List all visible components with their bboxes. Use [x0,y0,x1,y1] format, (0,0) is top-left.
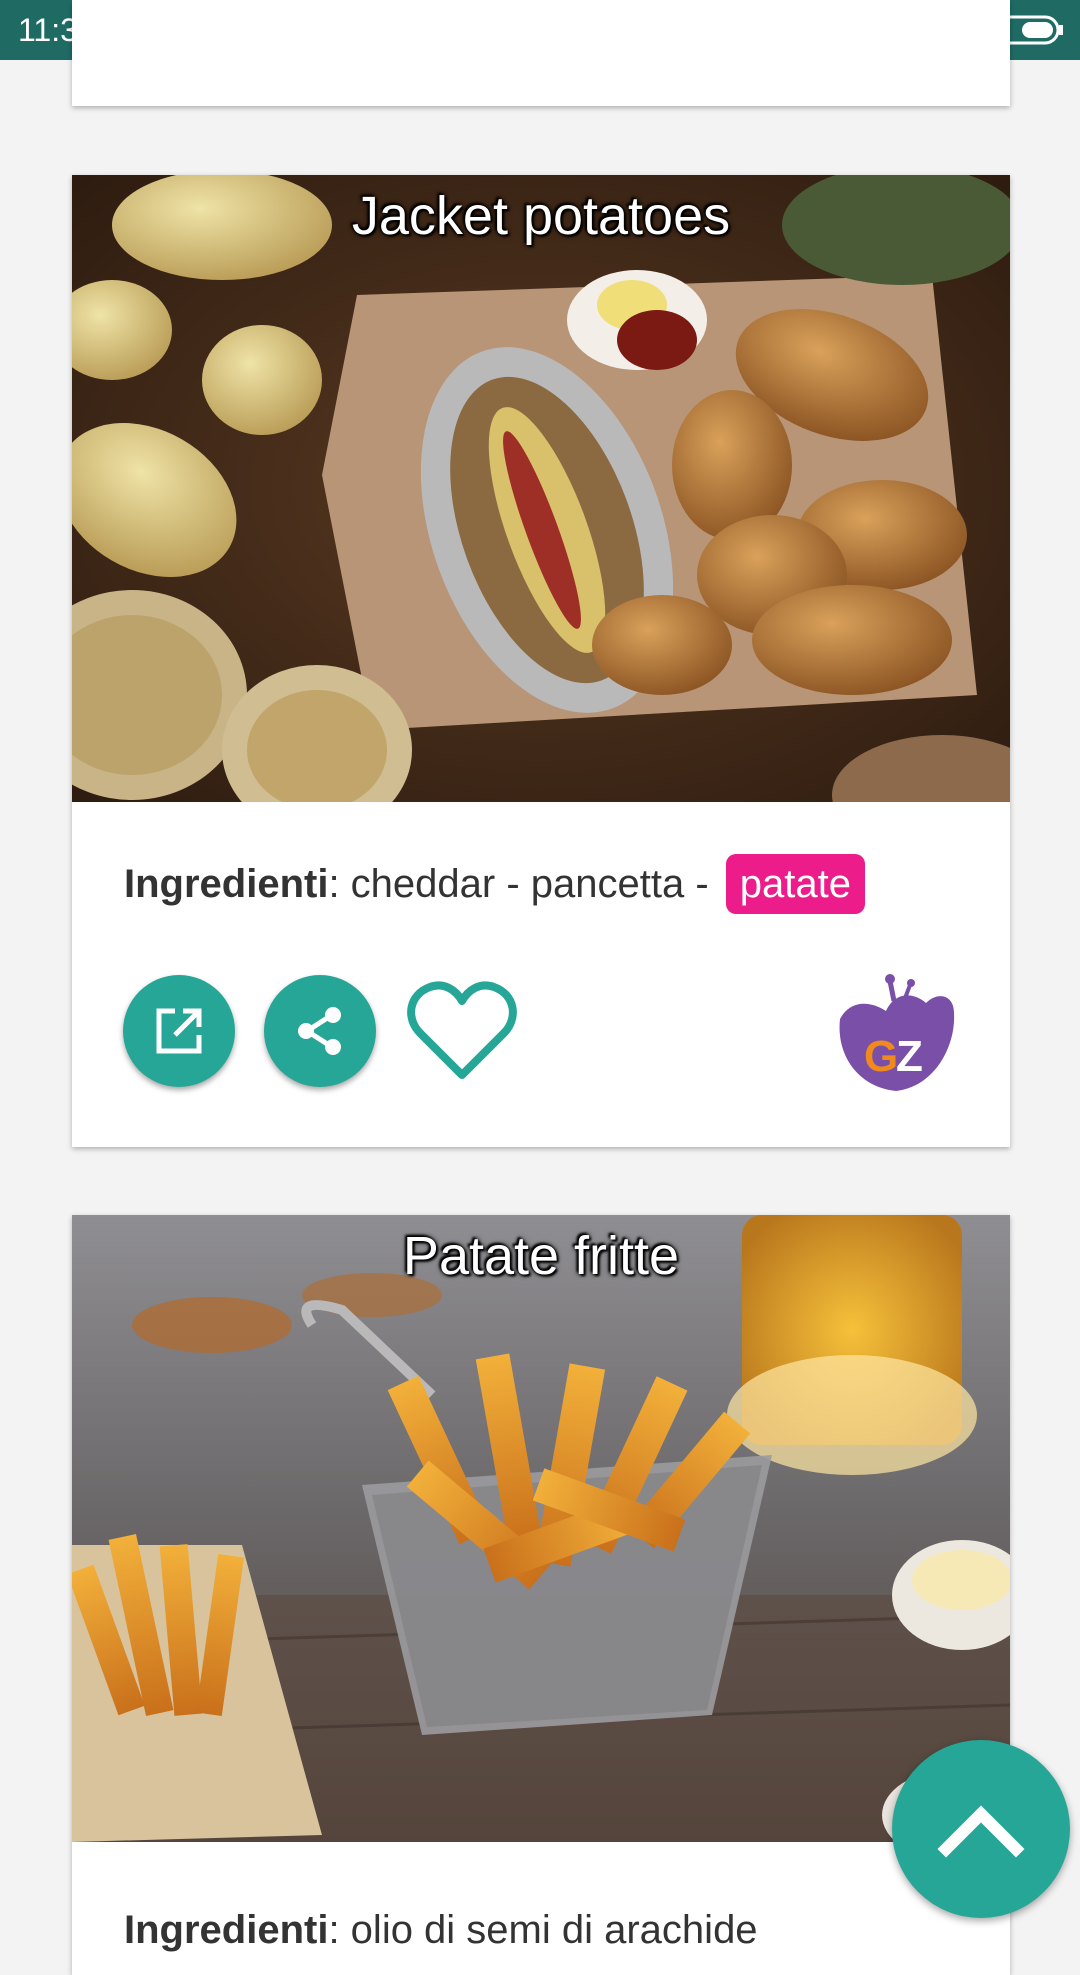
fries-photo [72,1215,1010,1842]
share-icon [298,1007,341,1055]
open-recipe-button[interactable] [123,975,235,1087]
recipe-image[interactable]: Patate fritte [72,1215,1010,1842]
svg-text:Z: Z [896,1032,923,1081]
favorite-button[interactable] [402,977,522,1085]
recipe-title: Jacket potatoes [351,186,731,246]
recipe-card-previous [72,0,1010,106]
ingredients-label: Ingredienti [124,1908,329,1952]
share-button[interactable] [264,975,376,1087]
ingredients-text: : olio di semi di arachide [328,1908,758,1952]
jacket-potatoes-photo [72,175,1010,802]
chevron-up-icon [937,1805,1025,1858]
open-external-icon [156,1008,202,1054]
svg-text:G: G [864,1032,898,1081]
scroll-to-top-button[interactable] [892,1740,1070,1918]
ingredients-text: : cheddar - pancetta - [328,862,720,906]
recipe-title: Patate fritte [402,1226,680,1286]
ingredients-line: Ingredienti: olio di semi di arachide [124,1900,758,1960]
recipe-card[interactable]: Patate fritte Ingredienti: olio di semi … [72,1215,1010,1975]
recipe-card[interactable]: Jacket potatoes Ingredienti: cheddar - p… [72,175,1010,1147]
ingredient-highlight-tag[interactable]: patate [725,854,865,914]
ingredients-line: Ingredienti: cheddar - pancetta - patate [124,854,865,914]
heart-icon [407,981,517,1079]
ingredients-label: Ingredienti [124,862,329,906]
giallozafferano-logo: G Z [834,967,958,1095]
recipe-image[interactable]: Jacket potatoes [72,175,1010,802]
